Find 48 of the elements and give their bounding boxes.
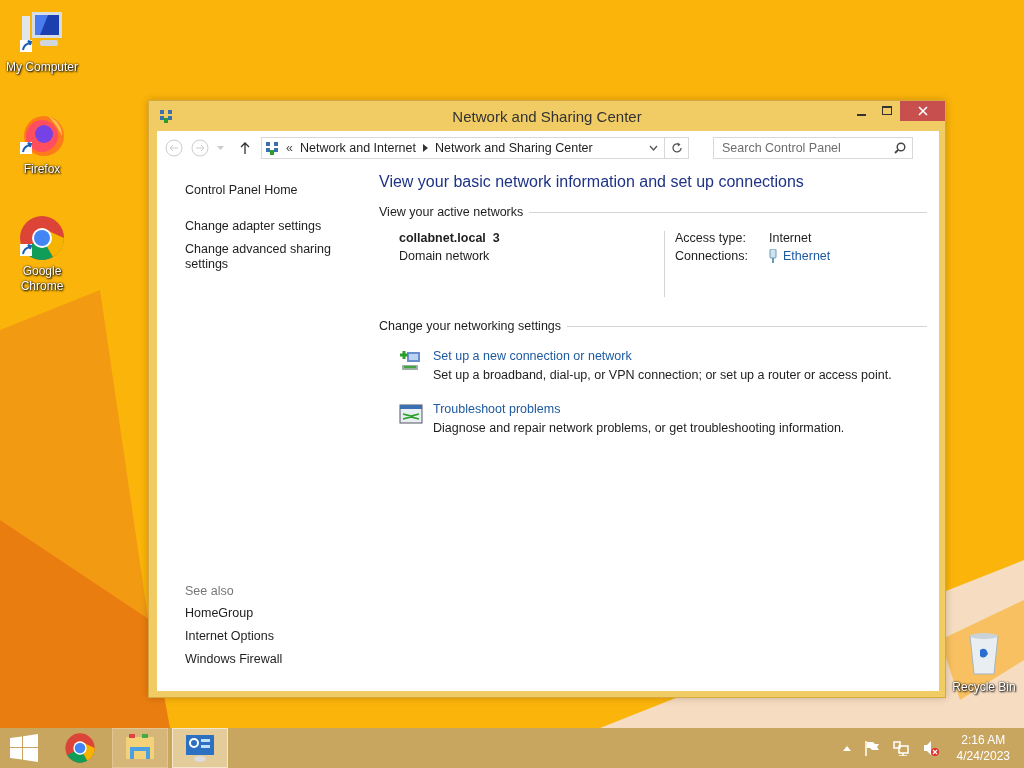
network-icon[interactable]	[892, 740, 909, 756]
section-title: View your active networks	[379, 205, 524, 219]
breadcrumb-item[interactable]: Network and Internet	[299, 141, 416, 155]
task-description: Set up a broadband, dial-up, or VPN connection; or set up a router or access point.	[433, 368, 892, 382]
section-title: Change your networking settings	[379, 319, 562, 333]
control-panel-icon	[184, 733, 216, 763]
muted-speaker-icon[interactable]	[922, 740, 939, 756]
task-link[interactable]: Set up a new connection or network	[433, 349, 892, 363]
minimize-icon	[856, 113, 866, 116]
window-title: Network and Sharing Center	[452, 107, 642, 125]
chevron-right-icon[interactable]	[423, 144, 428, 152]
chrome-icon	[64, 732, 96, 764]
search-field[interactable]: Search Control Panel	[713, 137, 913, 159]
network-setup-icon	[399, 349, 423, 373]
see-also-link[interactable]: Windows Firewall	[185, 652, 379, 667]
task-link[interactable]: Troubleshoot problems	[433, 402, 845, 416]
ethernet-plug-icon	[769, 249, 777, 263]
network-name: collabnet.local 3	[399, 231, 501, 245]
refresh-button[interactable]	[665, 137, 689, 159]
breadcrumb-item[interactable]: Network and Sharing Center	[435, 141, 593, 155]
detail-label: Access type:	[675, 231, 747, 245]
up-arrow-icon[interactable]	[240, 142, 250, 154]
network-icon	[159, 109, 173, 123]
sidebar-link[interactable]: Control Panel Home	[185, 183, 335, 198]
see-also-link[interactable]: HomeGroup	[185, 606, 379, 621]
detail-label: Connections:	[675, 249, 749, 263]
search-icon[interactable]	[894, 142, 906, 154]
close-icon	[917, 106, 928, 116]
network-type: Domain network	[399, 249, 491, 263]
task-description: Diagnose and repair network problems, or get troubleshooting information.	[433, 421, 845, 435]
maximize-icon	[882, 106, 892, 116]
sidebar-link[interactable]: Change advanced sharing settings	[185, 242, 335, 272]
page-heading: View your basic network information and set up connections	[379, 173, 805, 191]
flag-icon[interactable]	[864, 740, 879, 756]
dropdown-chevron-icon[interactable]	[649, 145, 658, 151]
detail-value: Internet	[769, 231, 812, 245]
see-also-title: See also	[185, 584, 235, 598]
chrome-icon[interactable]	[18, 214, 66, 262]
see-also-link[interactable]: Internet Options	[185, 629, 379, 644]
refresh-icon	[670, 142, 683, 154]
address-bar[interactable]: « Network and Internet Network and Sharing Center	[261, 137, 665, 159]
sidebar-link[interactable]: Change adapter settings	[185, 219, 335, 234]
connection-link[interactable]: Ethernet	[783, 249, 831, 263]
taskbar-button[interactable]	[172, 728, 228, 768]
overflow-chevron[interactable]: «	[286, 141, 293, 155]
troubleshoot-icon	[399, 402, 423, 426]
show-hidden-icons-icon[interactable]	[842, 745, 851, 751]
network-icon	[265, 141, 279, 155]
